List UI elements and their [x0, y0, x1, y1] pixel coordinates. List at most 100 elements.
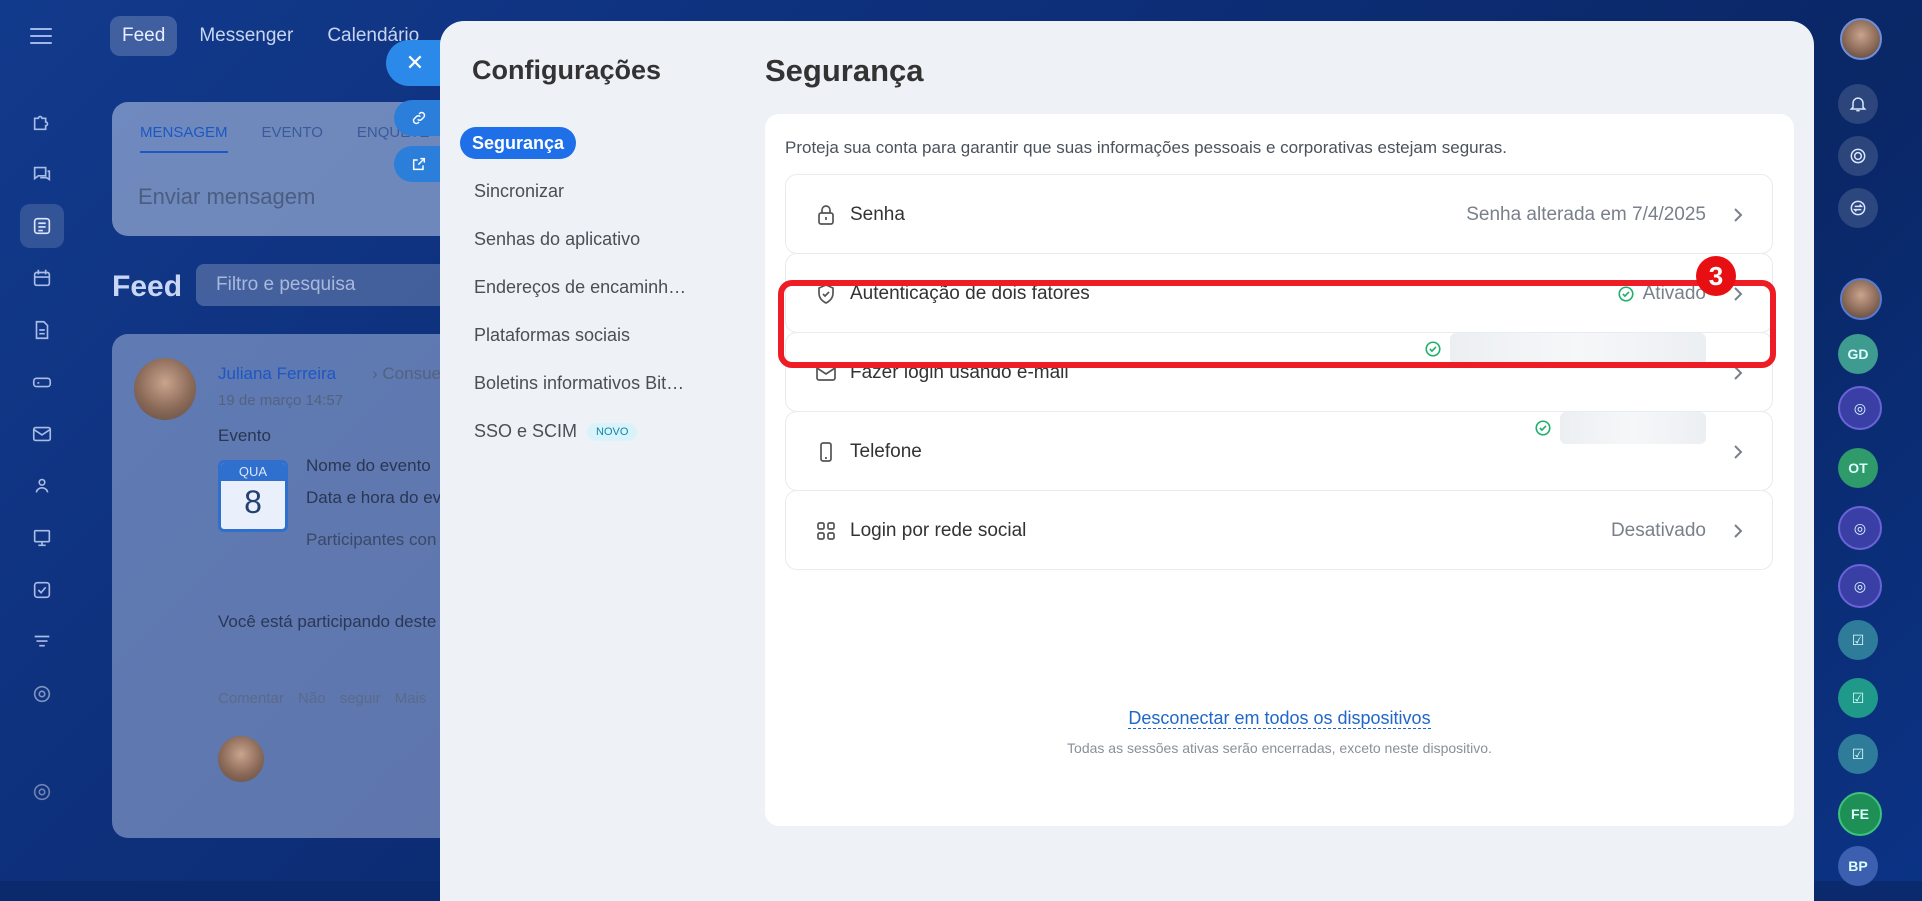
new-badge: NOVO: [587, 423, 638, 441]
row-password[interactable]: Senha Senha alterada em 7/4/2025: [785, 174, 1773, 254]
redacted-phone: [1560, 412, 1706, 444]
phone-icon: [820, 442, 832, 462]
top-navigation: Feed Messenger Calendário: [110, 16, 431, 56]
post-author[interactable]: Juliana Ferreira: [218, 364, 336, 384]
check-circle-icon: [1535, 420, 1551, 436]
task-chat-icon[interactable]: ☑: [1838, 734, 1878, 774]
tab-messenger[interactable]: Messenger: [187, 16, 305, 56]
user-avatar[interactable]: [1840, 18, 1882, 60]
composer-tab-message[interactable]: MENSAGEM: [140, 124, 228, 153]
chevron-right-icon: [1734, 445, 1743, 459]
task-chat-icon[interactable]: ☑: [1838, 620, 1878, 660]
bell-icon: [1849, 97, 1867, 112]
nav-item-label: SSO e SCIM: [474, 421, 578, 441]
settings-nav: Segurança Sincronizar Senhas do aplicati…: [460, 119, 690, 455]
menu-icon[interactable]: [30, 28, 52, 44]
comment-avatar: [218, 736, 264, 782]
tab-feed[interactable]: Feed: [110, 16, 178, 56]
drive-icon[interactable]: [20, 360, 64, 404]
feed-icon[interactable]: [20, 204, 64, 248]
highlight-frame: [778, 280, 1776, 368]
open-new-window-button[interactable]: [394, 146, 444, 182]
group-chat-icon[interactable]: ◎: [1838, 564, 1882, 608]
security-panel: Proteja sua conta para garantir que suas…: [765, 114, 1794, 826]
chat-avatar-initials[interactable]: BP: [1838, 846, 1878, 886]
nav-item-security[interactable]: Segurança: [460, 119, 690, 167]
right-sidebar: GD ◎ OT ◎ ◎ ☑ ☑ ☑ FE BP: [1814, 0, 1922, 886]
chat-icon[interactable]: [20, 152, 64, 196]
avatar[interactable]: [134, 358, 196, 420]
feed-post: Juliana Ferreira › Consuelo 19 de março …: [112, 334, 472, 838]
chat-avatar-initials[interactable]: OT: [1838, 448, 1878, 488]
mail-icon[interactable]: [20, 412, 64, 456]
disconnect-link-label: Desconectar em todos os dispositivos: [1128, 708, 1431, 729]
settings-title: Configurações: [472, 55, 662, 85]
calendar-badge: QUA 8: [218, 460, 288, 532]
spiral-icon: [1850, 148, 1866, 164]
nav-item-sync[interactable]: Sincronizar: [460, 167, 690, 215]
nav-item-newsletters[interactable]: Boletins informativos Bitrix24: [460, 359, 690, 407]
section-title: Segurança: [765, 53, 924, 88]
chat-avatar-initials[interactable]: FE: [1838, 792, 1882, 836]
notifications-button[interactable]: [1838, 84, 1878, 124]
event-participants-label: Participantes con: [306, 530, 437, 549]
status-text: Desativado: [1610, 520, 1706, 541]
filter-icon[interactable]: [20, 620, 64, 664]
chat-avatar[interactable]: [1840, 278, 1882, 320]
password-changed-text: Senha alterada em 7/4/2025: [1466, 204, 1706, 225]
group-chat-icon[interactable]: ◎: [1838, 506, 1882, 550]
post-date: 19 de março 14:57: [218, 392, 344, 409]
group-chat-icon[interactable]: ◎: [1838, 386, 1882, 430]
nav-item-social[interactable]: Plataformas sociais: [460, 311, 690, 359]
task-chat-icon[interactable]: ☑: [1838, 678, 1878, 718]
copy-link-button[interactable]: [394, 100, 444, 136]
presentation-icon[interactable]: [20, 516, 64, 560]
lock-icon: [818, 205, 834, 225]
puzzle-icon[interactable]: [20, 100, 64, 144]
document-icon[interactable]: [20, 308, 64, 352]
feed-search-input[interactable]: Filtro e pesquisa: [196, 264, 466, 306]
task-icon[interactable]: [20, 568, 64, 612]
row-phone[interactable]: Telefone: [785, 411, 1773, 491]
nav-item-forwarding[interactable]: Endereços de encaminhamento: [460, 263, 690, 311]
chat-avatar-initials[interactable]: GD: [1838, 334, 1878, 374]
link-icon: [412, 111, 426, 125]
section-description: Proteja sua conta para garantir que suas…: [785, 138, 1507, 157]
grid-icon: [817, 522, 835, 540]
chevron-right-icon: [1734, 208, 1743, 222]
row-value: Desativado: [1611, 491, 1706, 571]
left-sidebar: [0, 0, 84, 881]
post-type: Evento: [218, 426, 271, 445]
step-badge: 3: [1696, 256, 1736, 296]
settings-modal: Configurações Segurança Sincronizar Senh…: [440, 21, 1814, 901]
event-date-label: Data e hora do ev: [306, 488, 442, 507]
row-value: Senha alterada em 7/4/2025: [1466, 175, 1706, 255]
close-button[interactable]: ✕: [386, 40, 444, 86]
calendar-weekday: QUA: [221, 463, 285, 481]
chevron-right-icon: [1734, 524, 1743, 538]
row-label: Telefone: [850, 441, 922, 462]
composer-input[interactable]: Enviar mensagem: [138, 184, 315, 210]
external-link-icon: [412, 157, 426, 171]
row-label: Senha: [850, 204, 905, 225]
nav-item-sso[interactable]: SSO e SCIM NOVO: [460, 407, 690, 455]
disconnect-note: Todas as sessões ativas serão encerradas…: [1067, 740, 1492, 756]
nav-item-app-passwords[interactable]: Senhas do aplicativo: [460, 215, 690, 263]
users-icon[interactable]: [20, 464, 64, 508]
feed-title: Feed: [112, 270, 183, 303]
post-actions[interactable]: Comentar Não seguir Mais: [218, 690, 426, 707]
sync-button[interactable]: [1838, 188, 1878, 228]
row-social-login[interactable]: Login por rede social Desativado: [785, 490, 1773, 570]
nav-item-label: Segurança: [460, 127, 577, 159]
sync-icon: [1850, 200, 1866, 216]
row-value: [1534, 412, 1706, 444]
copilot-button[interactable]: [1838, 136, 1878, 176]
event-participation-note: Você está participando deste: [218, 612, 437, 631]
target-icon[interactable]: [20, 672, 64, 716]
disconnect-all-link[interactable]: Desconectar em todos os dispositivos: [765, 708, 1794, 729]
settings-icon[interactable]: [20, 770, 64, 814]
row-label: Login por rede social: [850, 520, 1027, 541]
calendar-icon[interactable]: [20, 256, 64, 300]
composer-tab-event[interactable]: EVENTO: [262, 124, 323, 153]
calendar-day: 8: [244, 484, 262, 520]
